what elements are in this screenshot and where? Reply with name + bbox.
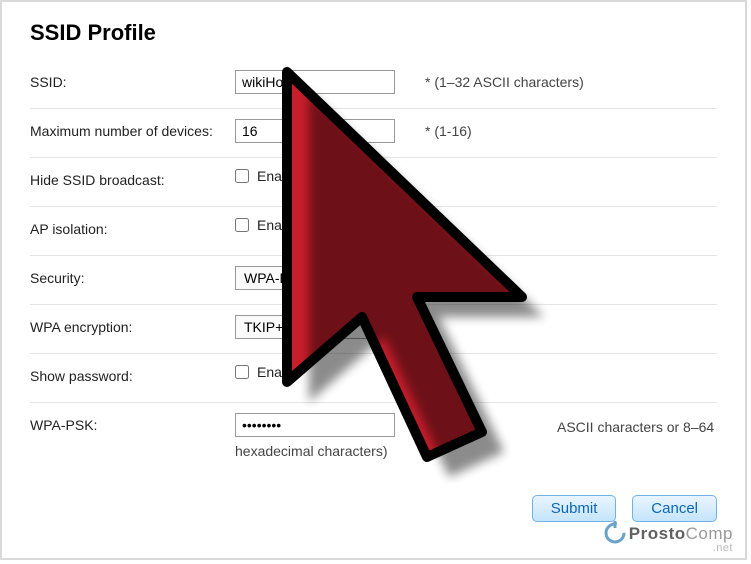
max-devices-label: Maximum number of devices:	[30, 119, 235, 139]
row-wpa-encryption: WPA encryption: TKIP+AES	[30, 305, 717, 354]
security-select[interactable]: WPA-PSK &	[235, 266, 395, 290]
page-title: SSID Profile	[30, 20, 717, 46]
ap-isolation-checkbox[interactable]	[235, 218, 249, 232]
ssid-label: SSID:	[30, 70, 235, 90]
hide-ssid-check-label: Enable	[257, 168, 301, 184]
logo-icon	[603, 521, 627, 545]
ssid-hint: * (1–32 ASCII characters)	[415, 70, 584, 90]
ap-isolation-label: AP isolation:	[30, 217, 235, 237]
row-ssid: SSID: * (1–32 ASCII characters)	[30, 60, 717, 109]
wpa-psk-input[interactable]	[235, 413, 395, 437]
site-logo: ProstoComp .net	[603, 521, 733, 554]
submit-button[interactable]: Submit	[532, 495, 617, 522]
show-password-label: Show password:	[30, 364, 235, 384]
button-bar: Submit Cancel	[520, 495, 717, 522]
max-devices-hint: * (1-16)	[415, 119, 472, 139]
wpa-psk-label: WPA-PSK:	[30, 413, 235, 433]
row-ap-isolation: AP isolation: Enable	[30, 207, 717, 256]
cancel-button[interactable]: Cancel	[632, 495, 717, 522]
show-password-check-label: Enable	[257, 364, 301, 380]
wpa-psk-hint-tail: ASCII characters or 8–64	[415, 415, 714, 435]
show-password-checkbox[interactable]	[235, 365, 249, 379]
row-show-password: Show password: Enable	[30, 354, 717, 403]
wpa-psk-hint-below: hexadecimal characters)	[235, 443, 717, 459]
ssid-input[interactable]	[235, 70, 395, 94]
row-wpa-psk: WPA-PSK: ASCII characters or 8–64 hexade…	[30, 403, 717, 469]
wpa-encryption-select[interactable]: TKIP+AES	[235, 315, 395, 339]
hide-ssid-label: Hide SSID broadcast:	[30, 168, 235, 188]
row-hide-ssid: Hide SSID broadcast: Enable	[30, 158, 717, 207]
row-security: Security: WPA-PSK &	[30, 256, 717, 305]
security-label: Security:	[30, 266, 235, 286]
max-devices-input[interactable]	[235, 119, 395, 143]
row-max-devices: Maximum number of devices: * (1-16)	[30, 109, 717, 158]
ap-isolation-check-label: Enable	[257, 217, 301, 233]
hide-ssid-checkbox[interactable]	[235, 169, 249, 183]
wpa-encryption-label: WPA encryption:	[30, 315, 235, 335]
